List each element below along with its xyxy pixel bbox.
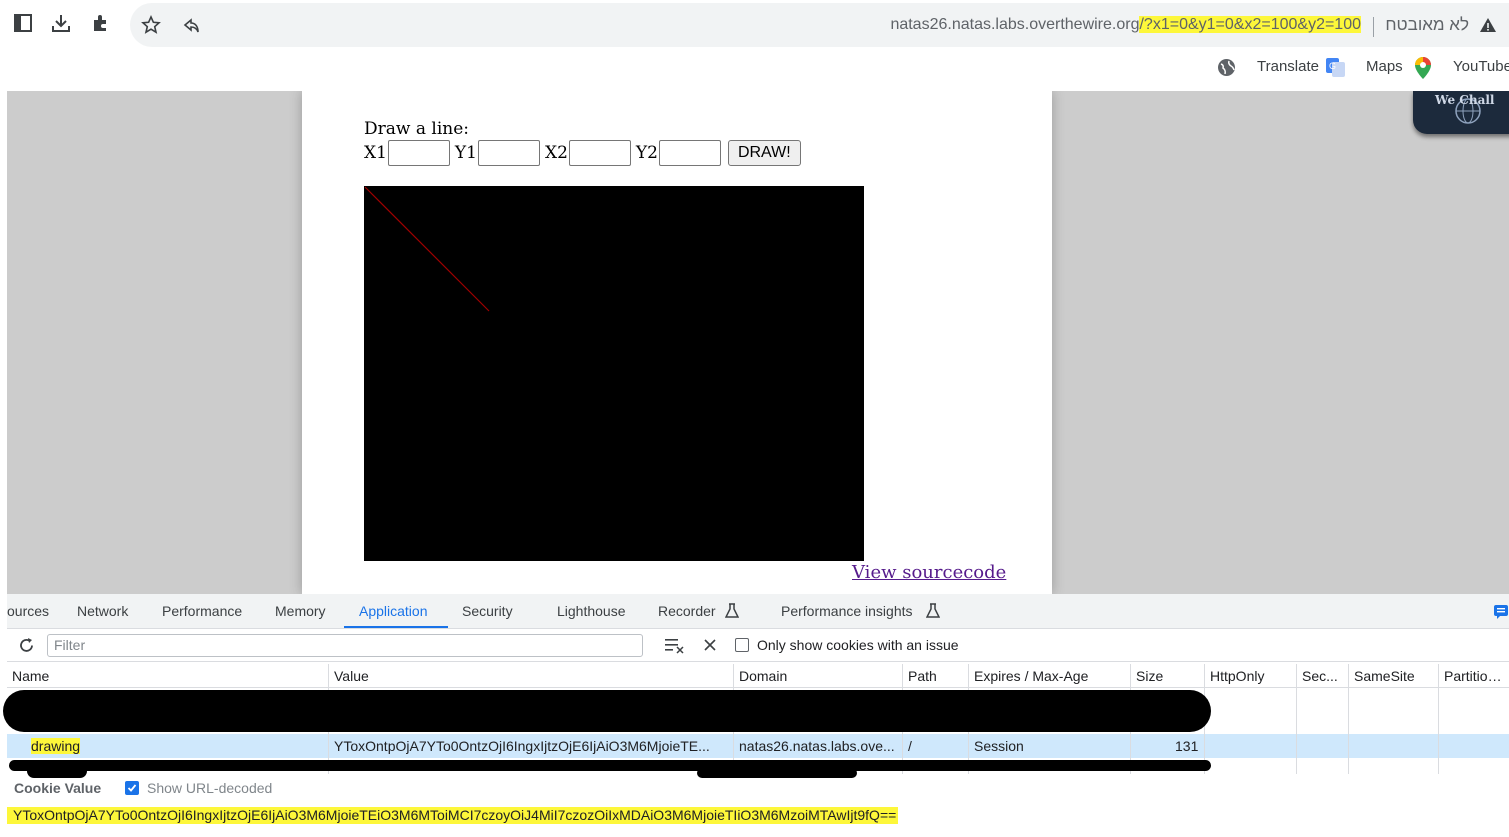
page-viewport: Draw a line: X1 Y1 X2 Y2 DRAW! View sour… xyxy=(7,91,1509,594)
col-size[interactable]: Size xyxy=(1131,664,1203,688)
tab-application[interactable]: Application xyxy=(359,603,428,619)
col-path[interactable]: Path xyxy=(903,664,967,688)
draw-title: Draw a line: xyxy=(364,119,469,139)
svg-text:G: G xyxy=(1329,61,1336,71)
tab-security[interactable]: Security xyxy=(462,603,513,619)
draw-form: X1 Y1 X2 Y2 DRAW! xyxy=(364,140,801,166)
wechall-label: We Chall xyxy=(1435,93,1495,107)
only-issues-checkbox[interactable]: Only show cookies with an issue xyxy=(735,637,959,653)
cookie-domain: natas26.natas.labs.ove... xyxy=(739,738,895,754)
x2-label: X2 xyxy=(544,143,568,163)
insights-flask-icon xyxy=(926,603,940,618)
column-divider[interactable] xyxy=(1348,664,1349,774)
y2-input[interactable] xyxy=(658,140,721,166)
address-separator xyxy=(1373,17,1374,37)
y1-input[interactable] xyxy=(477,140,540,166)
google-maps-icon xyxy=(1415,57,1431,83)
filter-input[interactable]: Filter xyxy=(47,634,643,657)
bookmark-translate[interactable]: Translate xyxy=(1257,58,1319,75)
globe-icon[interactable] xyxy=(1217,58,1236,81)
column-divider[interactable] xyxy=(1296,664,1297,774)
col-expires[interactable]: Expires / Max-Age xyxy=(969,664,1131,688)
tab-memory[interactable]: Memory xyxy=(275,603,326,619)
column-divider[interactable] xyxy=(1438,664,1439,774)
tab-performance[interactable]: Performance xyxy=(162,603,242,619)
table-row-selected[interactable]: drawing YToxOntpOjA7YTo0OntzOjI6IngxIjtz… xyxy=(7,734,1509,758)
col-secure[interactable]: Sec... xyxy=(1297,664,1349,688)
drawing-canvas xyxy=(364,186,864,561)
show-url-decoded-checkbox[interactable]: Show URL-decoded xyxy=(125,780,272,796)
view-sourcecode-link[interactable]: View sourcecode xyxy=(852,562,1006,583)
extensions-icon[interactable] xyxy=(88,10,114,36)
cookie-name: drawing xyxy=(31,738,81,754)
col-domain[interactable]: Domain xyxy=(734,664,902,688)
redaction-mark xyxy=(697,768,857,778)
col-partition[interactable]: Partition... xyxy=(1439,664,1509,688)
tab-sources[interactable]: ources xyxy=(7,603,49,619)
share-icon[interactable] xyxy=(178,12,204,38)
checkbox-box[interactable] xyxy=(735,638,749,652)
clear-all-icon[interactable] xyxy=(703,638,717,652)
y1-label: Y1 xyxy=(454,143,477,163)
draw-button[interactable]: DRAW! xyxy=(727,140,801,166)
x2-input[interactable] xyxy=(568,140,631,166)
devtools-panel: ources Network Performance Memory Applic… xyxy=(3,594,1509,837)
y2-label: Y2 xyxy=(635,143,658,163)
checkmark-icon[interactable] xyxy=(125,781,139,795)
col-value[interactable]: Value xyxy=(329,664,733,688)
browser-toolbar: natas26.natas.labs.overthewire.org/?x1=0… xyxy=(0,0,1509,91)
cookie-value-text[interactable]: YToxOntpOjA7YTo0OntzOjI6IngxIjtzOjE6IjAi… xyxy=(7,807,899,824)
x1-input[interactable] xyxy=(387,140,450,166)
url-host: natas26.natas.labs.overthewire.org xyxy=(890,16,1140,33)
address-bar[interactable]: natas26.natas.labs.overthewire.org/?x1=0… xyxy=(130,3,1509,47)
devtools-tabs: ources Network Performance Memory Applic… xyxy=(7,594,1509,629)
cookie-value-cell: YToxOntpOjA7YTo0OntzOjI6IngxIjtzOjE6IjAi… xyxy=(334,738,710,754)
drawn-line xyxy=(364,186,490,312)
cookies-table: Name Value Domain Path Expires / Max-Age… xyxy=(3,664,1509,778)
active-tab-indicator xyxy=(344,626,448,628)
bookmark-maps[interactable]: Maps xyxy=(1366,58,1403,75)
tab-recorder[interactable]: Recorder xyxy=(658,603,716,619)
x1-label: X1 xyxy=(364,143,387,163)
tab-lighthouse[interactable]: Lighthouse xyxy=(557,603,626,619)
download-icon[interactable] xyxy=(48,10,74,36)
bookmark-star-icon[interactable] xyxy=(138,12,164,38)
cookies-toolbar: Filter Only show cookies with an issue xyxy=(7,629,1509,662)
side-panel-icon[interactable] xyxy=(10,10,36,36)
url-text[interactable]: natas26.natas.labs.overthewire.org/?x1=0… xyxy=(890,16,1361,34)
redaction-mark xyxy=(27,764,87,778)
url-query: /?x1=0&y1=0&x2=100&y2=100 xyxy=(1139,16,1361,33)
redaction-mark xyxy=(3,690,1211,732)
cookie-expires: Session xyxy=(974,738,1024,754)
cookie-path: / xyxy=(908,738,912,754)
only-issues-label: Only show cookies with an issue xyxy=(757,637,959,653)
refresh-icon[interactable] xyxy=(17,636,36,655)
col-samesite[interactable]: SameSite xyxy=(1349,664,1439,688)
warning-icon[interactable] xyxy=(1479,16,1497,38)
col-name[interactable]: Name xyxy=(7,664,327,688)
clear-filtered-icon[interactable] xyxy=(665,637,685,654)
security-label[interactable]: לא מאובטח xyxy=(1385,15,1469,35)
bookmark-youtube[interactable]: YouTube xyxy=(1453,58,1509,75)
cookie-size: 131 xyxy=(1175,738,1199,754)
wechall-badge[interactable]: We Chall xyxy=(1413,91,1509,134)
google-translate-icon: G xyxy=(1326,58,1345,81)
page-content: Draw a line: X1 Y1 X2 Y2 DRAW! View sour… xyxy=(302,91,1052,594)
redaction-mark xyxy=(9,760,1211,771)
cookie-value-label: Cookie Value xyxy=(14,780,102,796)
tab-network[interactable]: Network xyxy=(77,603,128,619)
feedback-icon[interactable] xyxy=(1494,605,1508,619)
show-url-decoded-label: Show URL-decoded xyxy=(147,780,273,796)
tab-performance-insights[interactable]: Performance insights xyxy=(781,603,913,619)
table-header: Name Value Domain Path Expires / Max-Age… xyxy=(7,664,1509,688)
recorder-flask-icon xyxy=(725,603,739,618)
col-httponly[interactable]: HttpOnly xyxy=(1205,664,1297,688)
